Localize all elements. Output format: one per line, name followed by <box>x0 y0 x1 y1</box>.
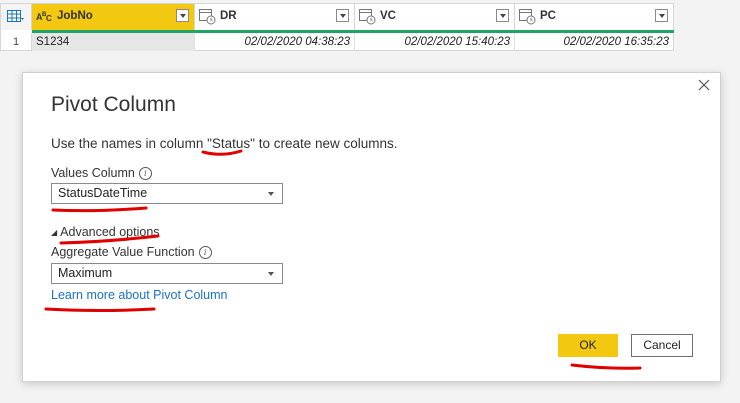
datetime-type-icon <box>359 9 376 25</box>
column-filter-dropdown[interactable] <box>336 9 349 22</box>
dialog-description: Use the names in column "Status" to crea… <box>51 136 398 151</box>
learn-more-link[interactable]: Learn more about Pivot Column <box>51 288 227 302</box>
info-icon[interactable]: i <box>198 246 212 260</box>
dialog-title: Pivot Column <box>51 93 176 116</box>
column-filter-dropdown[interactable] <box>176 9 189 22</box>
description-column-name: Status <box>211 136 251 151</box>
column-header-vc[interactable]: VC <box>355 4 515 30</box>
datetime-type-icon <box>199 9 216 25</box>
column-filter-dropdown[interactable] <box>655 9 668 22</box>
close-icon[interactable] <box>698 79 710 91</box>
table-row: 1 S1234 02/02/2020 04:38:23 02/02/2020 1… <box>1 33 673 51</box>
info-icon[interactable]: i <box>138 167 152 181</box>
grid-header-row: A B C JobNo DR VC PC <box>1 4 673 30</box>
table-cell[interactable]: 02/02/2020 04:38:23 <box>195 33 355 51</box>
column-filter-dropdown[interactable] <box>496 9 509 22</box>
chevron-down-icon <box>268 272 274 276</box>
values-column-label-row: Values Column i <box>51 166 152 181</box>
collapse-triangle-icon: ◢ <box>51 228 58 238</box>
advanced-options-label: Advanced options <box>60 225 160 239</box>
aggregate-function-label: Aggregate Value Function <box>51 245 195 259</box>
values-column-value: StatusDateTime <box>58 186 148 200</box>
data-grid: A B C JobNo DR VC PC 1 S1234 02/02/2020 … <box>0 3 674 51</box>
values-column-select[interactable]: StatusDateTime <box>51 183 283 204</box>
aggregate-function-value: Maximum <box>58 266 113 280</box>
column-header-dr[interactable]: DR <box>195 4 355 30</box>
table-cell[interactable]: 02/02/2020 16:35:23 <box>515 33 673 51</box>
description-suffix: " to create new columns. <box>250 136 398 151</box>
datetime-type-icon <box>519 9 536 25</box>
ok-button[interactable]: OK <box>558 334 618 357</box>
table-icon <box>7 10 24 22</box>
column-header-pc[interactable]: PC <box>515 4 673 30</box>
table-cell[interactable]: S1234 <box>32 33 195 51</box>
row-number: 1 <box>1 33 32 51</box>
column-name: VC <box>380 10 396 22</box>
advanced-options-toggle[interactable]: ◢ Advanced options <box>51 225 160 239</box>
table-cell[interactable]: 02/02/2020 15:40:23 <box>355 33 515 51</box>
column-name: JobNo <box>57 10 93 22</box>
column-name: DR <box>220 10 237 22</box>
aggregate-label-row: Aggregate Value Function i <box>51 245 212 260</box>
column-header-jobno[interactable]: A B C JobNo <box>32 4 195 30</box>
text-type-icon: A B C <box>36 12 52 23</box>
chevron-down-icon <box>268 192 274 196</box>
aggregate-function-select[interactable]: Maximum <box>51 263 283 284</box>
cancel-button[interactable]: Cancel <box>631 334 693 357</box>
table-menu-button[interactable] <box>1 4 32 30</box>
column-name: PC <box>540 10 556 22</box>
svg-text:C: C <box>46 14 52 23</box>
description-prefix: Use the names in column " <box>51 136 212 151</box>
pivot-column-dialog: Pivot Column Use the names in column "St… <box>22 72 721 382</box>
values-column-label: Values Column <box>51 166 135 180</box>
